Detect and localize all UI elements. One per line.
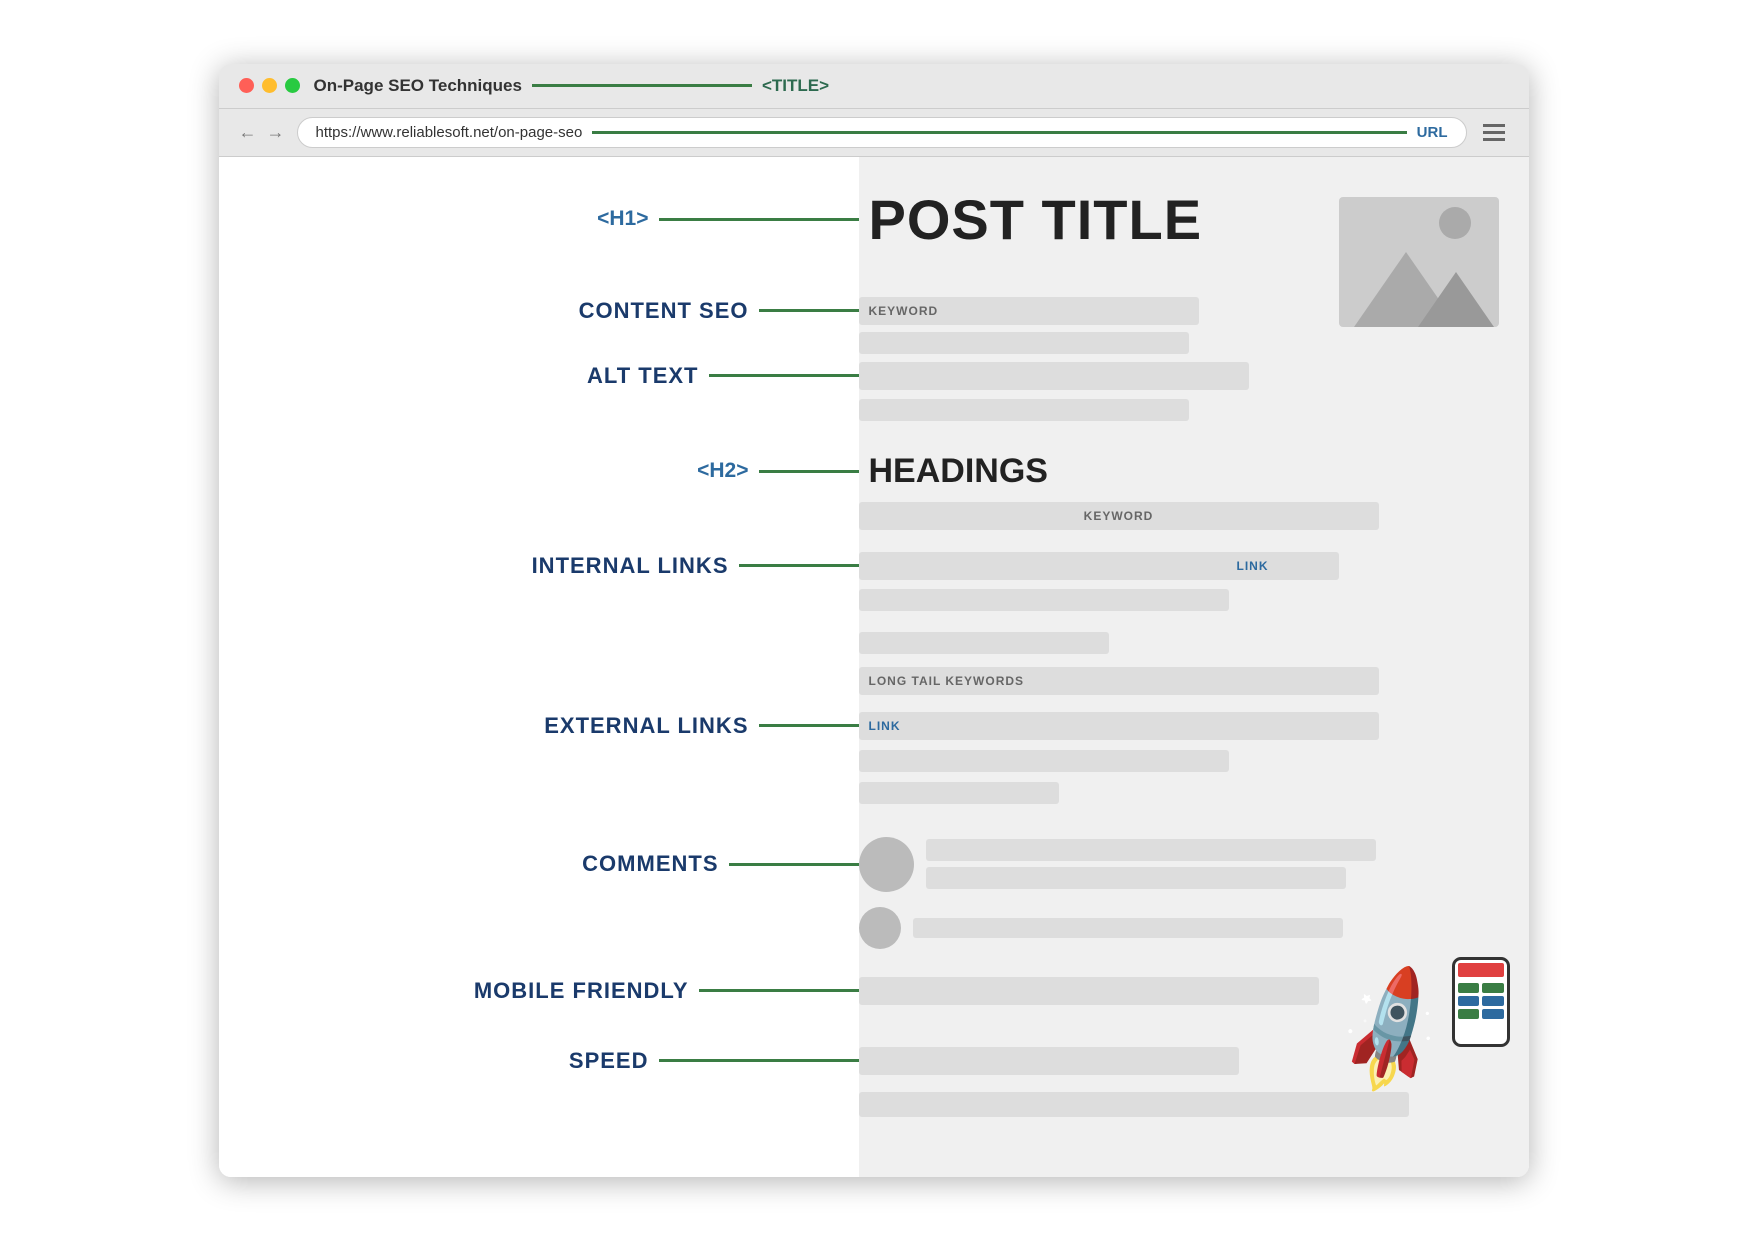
- alt-text-para: [859, 399, 1529, 421]
- speed-label-group: SPEED: [219, 1048, 859, 1074]
- content-overlay: <H1> POST TITLE CON: [219, 157, 1529, 1177]
- headings-text: HEADINGS: [869, 452, 1048, 490]
- internal-links-para: [859, 589, 1229, 611]
- keyword-label-2: KEYWORD: [1084, 509, 1154, 523]
- browser-title: On-Page SEO Techniques <TITLE>: [314, 76, 1509, 96]
- spacer-block: [859, 632, 1109, 654]
- mobile-friendly-label-group: MOBILE FRIENDLY: [219, 978, 859, 1004]
- content-seo-label-group: CONTENT SEO: [219, 298, 859, 324]
- alt-text-row: ALT TEXT: [219, 362, 1529, 390]
- speed-row: SPEED 🚀: [219, 1047, 1529, 1075]
- browser-window: On-Page SEO Techniques <TITLE> ← → https…: [219, 64, 1529, 1177]
- h1-tag-label: <H1>: [597, 207, 648, 231]
- url-label: URL: [1417, 124, 1448, 141]
- comments-label-group: COMMENTS: [219, 851, 859, 877]
- alt-text-label: ALT TEXT: [587, 363, 698, 389]
- speed-label: SPEED: [569, 1048, 649, 1074]
- minimize-button[interactable]: [262, 78, 277, 93]
- url-connector-line: [592, 131, 1406, 134]
- link-label-1: LINK: [1237, 559, 1269, 573]
- h2-connector: [759, 470, 859, 473]
- external-links-para: [859, 750, 1229, 772]
- speed-connector: [659, 1059, 859, 1062]
- nav-arrows: ← →: [239, 122, 285, 143]
- avatar-icon-2: [859, 907, 901, 949]
- mobile-friendly-connector: [699, 989, 859, 992]
- h1-connector: [659, 218, 859, 221]
- comments-connector: [729, 863, 859, 866]
- comments-label: COMMENTS: [582, 851, 718, 877]
- mountain-sun-icon: [1439, 207, 1471, 239]
- maximize-button[interactable]: [285, 78, 300, 93]
- link-label-2: LINK: [869, 719, 901, 733]
- alt-text-label-group: ALT TEXT: [219, 363, 859, 389]
- post-title-text: POST TITLE: [869, 187, 1203, 252]
- long-tail-bar: LONG TAIL KEYWORDS: [859, 667, 1379, 695]
- title-bar: On-Page SEO Techniques <TITLE>: [219, 64, 1529, 109]
- bottom-bar: [859, 1092, 1409, 1117]
- internal-links-content: LINK: [859, 552, 1529, 580]
- content-seo-content: KEYWORD: [859, 297, 1529, 325]
- comment-row-2: [859, 907, 1373, 949]
- external-links-label-group: EXTERNAL LINKS: [219, 713, 859, 739]
- external-links-bar: LINK: [859, 712, 1379, 740]
- long-tail-label: LONG TAIL KEYWORDS: [869, 674, 1025, 688]
- comments-content: [859, 837, 1529, 892]
- h2-label-group: <H2>: [219, 459, 859, 483]
- title-connector-line: [532, 84, 752, 87]
- h2-keyword-bar: KEYWORD: [859, 502, 1499, 530]
- content-seo-label: CONTENT SEO: [579, 298, 749, 324]
- main-content: <H1> POST TITLE CON: [219, 157, 1529, 1177]
- external-links-content: LINK: [859, 712, 1529, 740]
- internal-links-connector: [739, 564, 859, 567]
- traffic-lights: [239, 78, 300, 93]
- content-seo-connector: [759, 309, 859, 312]
- alt-text-bar: [859, 362, 1249, 390]
- mobile-friendly-label: MOBILE FRIENDLY: [474, 978, 689, 1004]
- address-bar: ← → https://www.reliablesoft.net/on-page…: [219, 109, 1529, 157]
- title-tag: <TITLE>: [762, 76, 829, 96]
- keyword-bar-2: KEYWORD: [859, 502, 1379, 530]
- internal-links-label-group: INTERNAL LINKS: [219, 553, 859, 579]
- external-links-label: EXTERNAL LINKS: [544, 713, 748, 739]
- forward-arrow[interactable]: →: [267, 122, 285, 143]
- h2-row: <H2> HEADINGS: [219, 452, 1529, 491]
- mobile-phone-icon: [1452, 957, 1514, 1052]
- external-links-row: EXTERNAL LINKS LINK: [219, 712, 1529, 740]
- page-title: On-Page SEO Techniques: [314, 76, 522, 96]
- h2-tag-label: <H2>: [697, 459, 748, 483]
- comments-row: COMMENTS: [219, 837, 1529, 892]
- content-seo-row: CONTENT SEO KEYWORD: [219, 297, 1529, 325]
- mobile-friendly-row: MOBILE FRIENDLY: [219, 977, 1529, 1005]
- internal-links-row: INTERNAL LINKS LINK: [219, 552, 1529, 580]
- url-text: https://www.reliablesoft.net/on-page-seo: [316, 124, 583, 141]
- long-tail-row: LONG TAIL KEYWORDS: [859, 667, 1499, 695]
- keyword-label-1: KEYWORD: [869, 304, 939, 318]
- h1-row: <H1> POST TITLE: [219, 187, 1529, 252]
- alt-text-content: [859, 362, 1529, 390]
- content-seo-para: [859, 332, 1329, 354]
- menu-button[interactable]: [1479, 122, 1509, 143]
- h1-label-group: <H1>: [219, 207, 859, 231]
- internal-links-label: INTERNAL LINKS: [532, 553, 729, 579]
- external-links-para2: [859, 782, 1059, 804]
- alt-text-connector: [709, 374, 859, 377]
- h2-content: HEADINGS: [869, 452, 1048, 491]
- url-box[interactable]: https://www.reliablesoft.net/on-page-seo…: [297, 117, 1467, 148]
- external-links-connector: [759, 724, 859, 727]
- close-button[interactable]: [239, 78, 254, 93]
- avatar-icon: [859, 837, 914, 892]
- internal-links-bar: LINK: [859, 552, 1339, 580]
- keyword-bar-1: KEYWORD: [859, 297, 1199, 325]
- back-arrow[interactable]: ←: [239, 122, 257, 143]
- post-title-content: POST TITLE: [869, 187, 1203, 252]
